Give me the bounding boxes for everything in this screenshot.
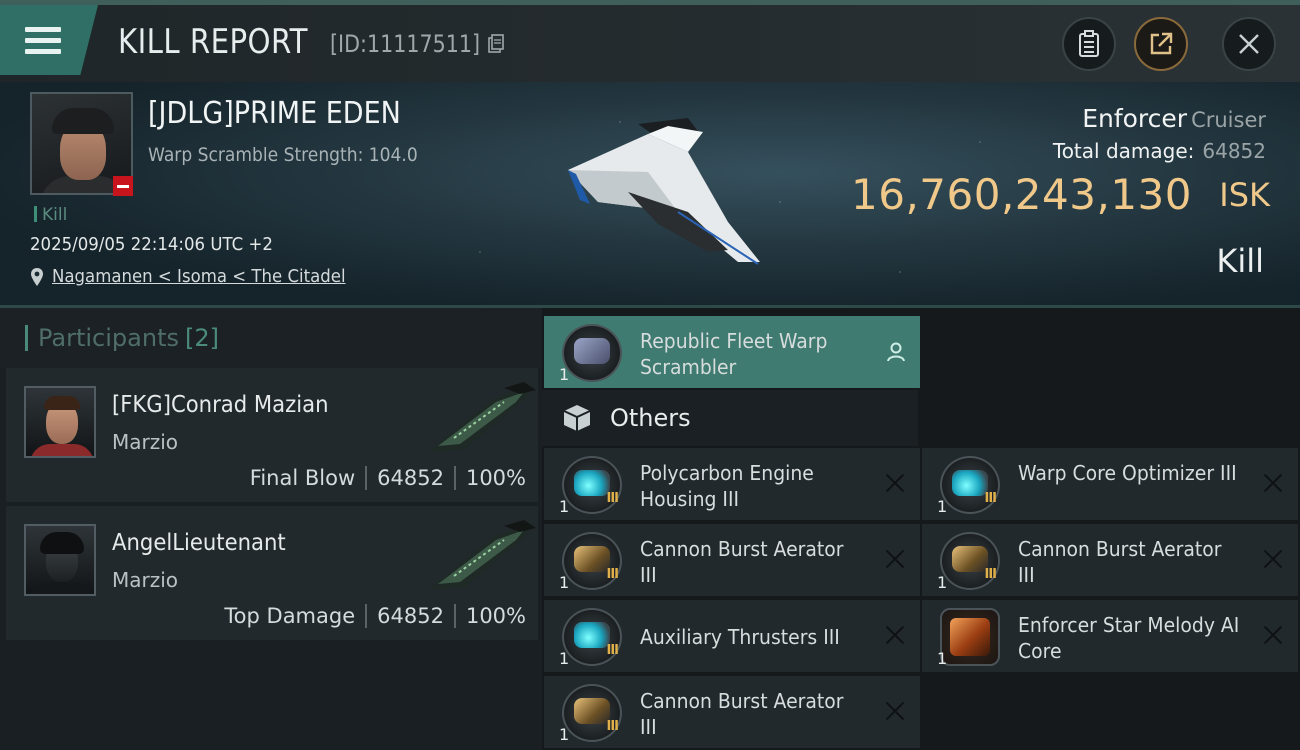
module-name: Enforcer Star Melody AI Core (1018, 613, 1240, 663)
kill-location[interactable]: Nagamanen < Isoma < The Citadel (30, 266, 371, 287)
copy-icon[interactable] (488, 34, 504, 54)
box-icon (563, 405, 591, 431)
header-bar: KILL REPORT [ID:11117511] (0, 0, 1300, 82)
isk-value: 16,760,243,130 (851, 170, 1192, 219)
location-pin-icon (31, 267, 43, 286)
participant-portrait[interactable] (24, 524, 96, 596)
module-item[interactable]: III 1 Cannon Burst Aerator III (544, 524, 920, 596)
module-item[interactable]: III 1 Cannon Burst Aerator III (922, 524, 1298, 596)
destroyed-x-icon (1262, 472, 1284, 494)
report-id: [ID:11117511] (330, 30, 481, 58)
destroyed-x-icon (884, 548, 906, 570)
module-item[interactable]: 1 Enforcer Star Melody AI Core (922, 600, 1298, 672)
person-icon (887, 342, 905, 362)
total-damage-label: Total damage: (1052, 139, 1195, 163)
participants-label: Participants (38, 324, 179, 352)
clipboard-button[interactable] (1062, 17, 1116, 71)
module-name: Polycarbon Engine Housing III (640, 461, 814, 511)
participants-panel: Participants [2] [FKG]Conrad Mazian Marzi… (0, 308, 542, 750)
others-section-header: Others (542, 390, 918, 446)
participant-stats: Final Blow 64852 100% (250, 466, 526, 490)
module-item[interactable]: III 1 Warp Core Optimizer III (922, 448, 1298, 520)
close-icon (1239, 34, 1259, 54)
participant-percent: 100% (465, 466, 526, 490)
participant-row[interactable]: AngelLieutenant Marzio Top Damage 64852 … (6, 506, 538, 642)
hamburger-icon (25, 27, 61, 57)
cannon-aerator-icon: III (562, 532, 622, 590)
module-quantity: 1 (559, 497, 570, 516)
ship-class: Cruiser (1191, 108, 1266, 132)
victim-name[interactable]: [JDLG]PRIME EDEN (148, 96, 401, 131)
participant-damage: 64852 (377, 604, 444, 628)
kill-datetime: 2025/09/05 22:14:06 UTC +2 (30, 234, 273, 255)
location-link[interactable]: Nagamanen < Isoma < The Citadel (52, 266, 346, 287)
warp-scramble-strength: Warp Scramble Strength: 104.0 (148, 144, 418, 166)
participant-ship-icon (428, 382, 536, 452)
participants-count: [2] (184, 324, 219, 352)
ship-name: Enforcer (1082, 104, 1188, 133)
participant-role: Final Blow (249, 466, 356, 490)
participant-name[interactable]: [FKG]Conrad Mazian (112, 392, 329, 418)
participant-ship-name: Marzio (112, 568, 179, 592)
module-quantity: 1 (559, 725, 570, 744)
fitted-modules-panel: 1 Republic Fleet Warp Scrambler Others I… (542, 308, 1300, 750)
module-quantity: 1 (559, 649, 570, 668)
page-title: KILL REPORT (118, 22, 308, 62)
participant-percent: 100% (465, 604, 526, 628)
participant-damage: 64852 (377, 466, 444, 490)
module-quantity: 1 (937, 497, 948, 516)
destroyed-x-icon (1262, 548, 1284, 570)
engine-housing-icon: III (562, 456, 622, 514)
kill-tag: Kill (34, 205, 67, 225)
module-name: Republic Fleet Warp Scrambler (640, 329, 828, 379)
share-button[interactable] (1134, 17, 1188, 71)
module-item[interactable]: III 1 Auxiliary Thrusters III (544, 600, 920, 672)
module-name: Cannon Burst Aerator III (1018, 537, 1222, 587)
module-quantity: 1 (559, 365, 570, 384)
auxiliary-thrusters-icon: III (562, 608, 622, 666)
participant-name[interactable]: AngelLieutenant (112, 530, 286, 556)
warp-scrambler-icon (562, 324, 622, 382)
module-name: Cannon Burst Aerator III (640, 689, 844, 739)
clipboard-icon (1079, 30, 1099, 57)
menu-button[interactable] (0, 5, 98, 75)
module-name: Cannon Burst Aerator III (640, 537, 844, 587)
participant-row[interactable]: [FKG]Conrad Mazian Marzio Final Blow 648… (6, 368, 538, 504)
module-name: Warp Core Optimizer III (1018, 461, 1237, 485)
module-item[interactable]: III 1 Cannon Burst Aerator III (544, 676, 920, 748)
share-icon (1150, 32, 1173, 55)
participant-role: Top Damage (224, 604, 356, 628)
participant-ship-icon (428, 520, 536, 590)
destroyed-x-icon (884, 624, 906, 646)
participant-stats: Top Damage 64852 100% (224, 604, 526, 628)
participant-ship-name: Marzio (112, 430, 179, 454)
cannon-aerator-icon: III (940, 532, 1000, 590)
destroyed-x-icon (1262, 624, 1284, 646)
module-item-highlighted[interactable]: 1 Republic Fleet Warp Scrambler (544, 316, 920, 388)
victim-banner: [JDLG]PRIME EDEN Warp Scramble Strength:… (0, 82, 1300, 308)
result-label: Kill (1216, 242, 1264, 280)
module-name: Auxiliary Thrusters III (640, 625, 840, 649)
module-quantity: 1 (937, 649, 948, 668)
total-damage-value: 64852 (1202, 139, 1266, 163)
module-quantity: 1 (559, 573, 570, 592)
ship-type[interactable]: Enforcer Cruiser (1082, 104, 1266, 133)
cannon-aerator-icon: III (562, 684, 622, 742)
total-damage: Total damage: 64852 (1053, 139, 1266, 163)
destroyed-x-icon (884, 472, 906, 494)
warp-core-optimizer-icon: III (940, 456, 1000, 514)
module-quantity: 1 (937, 573, 948, 592)
others-label: Others (610, 404, 691, 432)
loss-badge (113, 176, 133, 196)
victim-ship-image (568, 118, 760, 265)
module-item[interactable]: III 1 Polycarbon Engine Housing III (544, 448, 920, 520)
close-button[interactable] (1222, 17, 1276, 71)
destroyed-x-icon (884, 700, 906, 722)
participants-header: Participants [2] (0, 308, 542, 368)
participant-portrait[interactable] (24, 386, 96, 458)
isk-unit: ISK (1219, 176, 1270, 214)
ai-core-icon (940, 608, 1000, 666)
